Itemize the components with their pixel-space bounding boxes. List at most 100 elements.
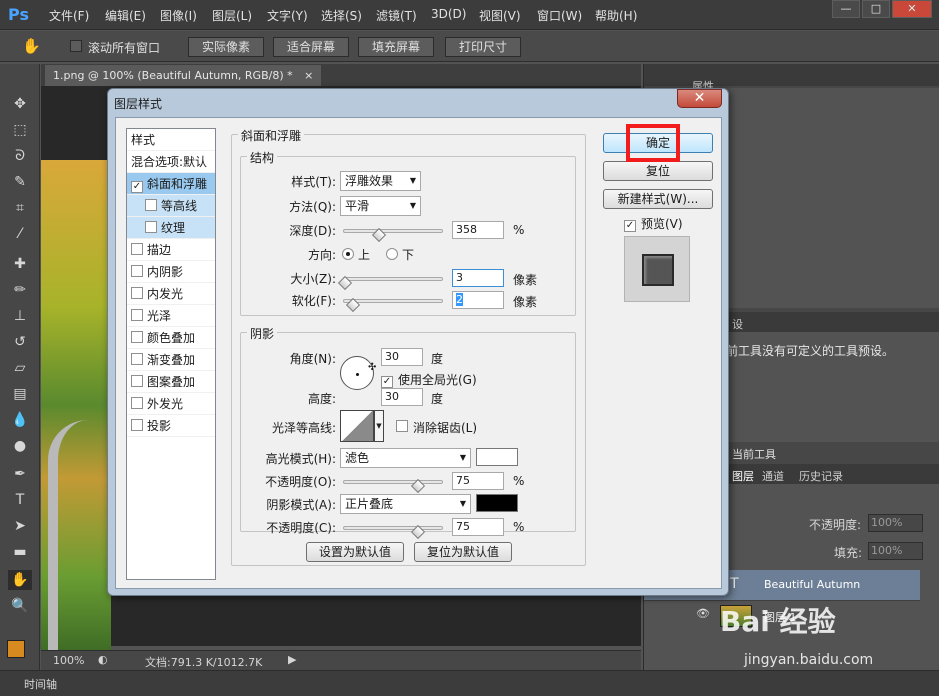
style-list-item[interactable]: 投影 <box>127 415 215 437</box>
global-light-checkbox[interactable]: ✓ <box>381 372 397 388</box>
close-button[interactable]: ✕ <box>892 0 932 18</box>
depth-input[interactable]: 358 <box>452 221 504 239</box>
style-list-item[interactable]: 混合选项:默认 <box>127 151 215 173</box>
shadow-opacity-slider[interactable] <box>343 526 443 530</box>
highlight-color-swatch[interactable] <box>476 448 518 466</box>
hand-tool-icon[interactable]: ✋ <box>8 570 32 590</box>
style-list-item[interactable]: 内阴影 <box>127 261 215 283</box>
quick-select-tool-icon[interactable]: ✎ <box>8 172 32 192</box>
menu-view[interactable]: 视图(V) <box>479 7 521 24</box>
style-list-item[interactable]: 外发光 <box>127 393 215 415</box>
zoom-level[interactable]: 100% <box>53 654 84 667</box>
path-select-tool-icon[interactable]: ➤ <box>8 516 32 536</box>
highlight-mode-select[interactable]: 滤色 ▼ <box>340 448 471 468</box>
make-default-button[interactable]: 设置为默认值 <box>306 542 404 562</box>
antialias-checkbox[interactable] <box>396 420 412 434</box>
style-list-item[interactable]: 纹理 <box>127 217 215 239</box>
shadow-color-swatch[interactable] <box>476 494 518 512</box>
style-select[interactable]: 浮雕效果 ▼ <box>340 171 421 191</box>
type-tool-icon[interactable]: T <box>8 490 32 510</box>
angle-input[interactable]: 30 <box>381 348 423 366</box>
checkbox-icon[interactable] <box>131 287 143 299</box>
size-slider[interactable] <box>343 277 443 281</box>
fit-screen-button[interactable]: 适合屏幕 <box>273 37 349 57</box>
menu-type[interactable]: 文字(Y) <box>267 7 308 24</box>
style-list-item[interactable]: 等高线 <box>127 195 215 217</box>
fill-screen-button[interactable]: 填充屏幕 <box>358 37 434 57</box>
tab-channels[interactable]: 通道 <box>762 468 784 484</box>
document-tab[interactable]: 1.png @ 100% (Beautiful Autumn, RGB/8) *… <box>45 65 322 86</box>
dialog-close-button[interactable]: ✕ <box>677 89 722 108</box>
tab-history[interactable]: 历史记录 <box>799 468 843 484</box>
style-list-item[interactable]: 光泽 <box>127 305 215 327</box>
highlight-opacity-slider[interactable] <box>343 480 443 484</box>
eraser-tool-icon[interactable]: ▱ <box>8 358 32 378</box>
visibility-eye-icon[interactable]: 👁 <box>696 607 710 620</box>
marquee-tool-icon[interactable]: ⬚ <box>8 120 32 140</box>
direction-down-radio[interactable] <box>386 248 398 260</box>
style-list-item[interactable]: 颜色叠加 <box>127 327 215 349</box>
style-list-item[interactable]: 内发光 <box>127 283 215 305</box>
status-info-icon[interactable]: ◐ <box>98 653 108 666</box>
healing-brush-tool-icon[interactable]: ✚ <box>8 254 32 274</box>
new-style-button[interactable]: 新建样式(W)... <box>603 189 713 209</box>
depth-slider[interactable] <box>343 229 443 233</box>
style-list-item[interactable]: 样式 <box>127 129 215 151</box>
close-icon[interactable]: × <box>304 69 313 82</box>
style-list-item[interactable]: 图案叠加 <box>127 371 215 393</box>
scroll-all-checkbox[interactable] <box>70 40 86 54</box>
menu-layer[interactable]: 图层(L) <box>212 7 252 24</box>
lasso-tool-icon[interactable]: ᘐ <box>8 146 32 166</box>
checkbox-icon[interactable] <box>131 419 143 431</box>
highlight-opacity-input[interactable]: 75 <box>452 472 504 490</box>
menu-edit[interactable]: 编辑(E) <box>105 7 146 24</box>
actual-pixels-button[interactable]: 实际像素 <box>188 37 264 57</box>
soften-input[interactable]: 2 <box>452 291 504 309</box>
shadow-opacity-input[interactable]: 75 <box>452 518 504 536</box>
checkbox-icon[interactable] <box>131 309 143 321</box>
tab-layers[interactable]: 图层 <box>732 468 754 484</box>
blur-tool-icon[interactable]: 💧 <box>8 410 32 430</box>
checkbox-icon[interactable] <box>131 353 143 365</box>
preview-checkbox[interactable]: ✓ <box>624 216 640 232</box>
reset-button[interactable]: 复位 <box>603 161 713 181</box>
minimize-button[interactable]: — <box>832 0 860 18</box>
move-tool-icon[interactable]: ✥ <box>8 94 32 114</box>
menu-3d[interactable]: 3D(D) <box>431 7 466 21</box>
zoom-tool-icon[interactable]: 🔍 <box>8 596 32 616</box>
checkbox-icon[interactable] <box>131 397 143 409</box>
menu-help[interactable]: 帮助(H) <box>595 7 637 24</box>
eyedropper-tool-icon[interactable]: ⁄ <box>8 224 32 244</box>
current-tool-label[interactable]: 当前工具 <box>732 446 776 462</box>
tool-presets-tab[interactable]: 设 <box>732 316 743 332</box>
reset-default-button[interactable]: 复位为默认值 <box>414 542 512 562</box>
menu-image[interactable]: 图像(I) <box>160 7 197 24</box>
direction-up-radio[interactable] <box>342 248 354 260</box>
dodge-tool-icon[interactable]: ● <box>8 436 32 456</box>
gloss-contour-picker[interactable] <box>340 410 374 442</box>
menu-file[interactable]: 文件(F) <box>49 7 89 24</box>
clone-stamp-tool-icon[interactable]: ⊥ <box>8 306 32 326</box>
checkbox-icon[interactable] <box>145 199 157 211</box>
technique-select[interactable]: 平滑 ▼ <box>340 196 421 216</box>
menu-select[interactable]: 选择(S) <box>321 7 362 24</box>
chevron-down-icon[interactable]: ▼ <box>374 410 384 442</box>
altitude-input[interactable]: 30 <box>381 388 423 406</box>
style-list-item[interactable]: ✓ 斜面和浮雕 <box>127 173 215 195</box>
check-icon[interactable]: ✓ <box>131 181 143 193</box>
checkbox-icon[interactable] <box>131 243 143 255</box>
history-brush-tool-icon[interactable]: ↺ <box>8 332 32 352</box>
layer-fill-field[interactable]: 100% <box>868 542 923 560</box>
status-menu-arrow-icon[interactable]: ▶ <box>288 653 296 666</box>
maximize-button[interactable]: □ <box>862 0 890 18</box>
crop-tool-icon[interactable]: ⌗ <box>8 198 32 218</box>
shadow-mode-select[interactable]: 正片叠底 ▼ <box>340 494 471 514</box>
brush-tool-icon[interactable]: ✏ <box>8 280 32 300</box>
size-input[interactable]: 3 <box>452 269 504 287</box>
foreground-color-swatch[interactable] <box>7 640 25 658</box>
gradient-tool-icon[interactable]: ▤ <box>8 384 32 404</box>
shape-tool-icon[interactable]: ▬ <box>8 542 32 562</box>
checkbox-icon[interactable] <box>131 265 143 277</box>
style-list-item[interactable]: 渐变叠加 <box>127 349 215 371</box>
timeline-label[interactable]: 时间轴 <box>24 676 57 692</box>
